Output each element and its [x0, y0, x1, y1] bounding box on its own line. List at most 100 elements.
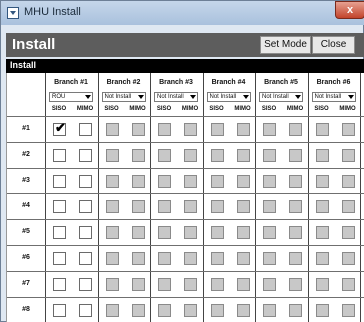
branch-type-value: Not Install: [104, 94, 132, 100]
checkbox-branch-4-mimo: [236, 303, 250, 317]
grid-divider: [7, 245, 364, 246]
checkbox-branch-1-siso[interactable]: [53, 303, 66, 317]
grid-divider: [7, 141, 364, 143]
checkbox-branch-2-mimo: [131, 200, 145, 214]
mimo-label: MIMO: [129, 106, 146, 112]
checkbox-branch-6-siso: [315, 123, 329, 136]
set-mode-button[interactable]: Set Mode: [260, 36, 311, 54]
branch-type-value: Not Install: [157, 94, 184, 100]
checkbox-branch-1-mimo[interactable]: [79, 123, 92, 136]
checkbox-branch-6-mimo: [341, 123, 355, 136]
siso-label: SISO: [209, 106, 224, 112]
window-title: MHU Install: [24, 6, 81, 18]
branch-name: Branch #4: [211, 79, 246, 86]
branch-type-select[interactable]: ROU: [49, 92, 93, 102]
branch-type-select[interactable]: Not Install: [311, 92, 356, 102]
branch-type-select[interactable]: Not Install: [154, 92, 198, 102]
row-label: #6: [22, 254, 30, 261]
checkbox-branch-2-siso: [105, 200, 119, 214]
checkbox-branch-5-mimo: [289, 303, 302, 317]
checkbox-branch-4-mimo: [236, 148, 250, 162]
checkbox-branch-1-siso[interactable]: ✔: [53, 120, 66, 136]
checkbox-branch-4-mimo: [236, 277, 250, 291]
checkbox-branch-1-mimo[interactable]: [79, 200, 92, 214]
row-label: #5: [22, 228, 30, 236]
checkbox-branch-1-siso[interactable]: [53, 174, 66, 188]
mhu-install-window: MHU Install x Install Set Mode Close Ins…: [0, 0, 364, 322]
mimo-label: MIMO: [181, 106, 199, 112]
mimo-label: MIMO: [286, 106, 304, 112]
siso-label: SISO: [261, 106, 277, 112]
chevron-down-icon: [190, 95, 196, 99]
checkbox-branch-2-mimo: [131, 123, 145, 136]
checkbox-branch-5-siso: [263, 252, 276, 265]
checkbox-branch-6-mimo: [341, 252, 355, 265]
grid-divider: [97, 73, 99, 322]
checkbox-branch-2-mimo: [131, 303, 145, 317]
checkbox-branch-1-mimo[interactable]: [79, 148, 92, 162]
checkbox-branch-6-siso: [315, 200, 329, 214]
checkbox-branch-3-siso: [158, 226, 171, 240]
checkbox-branch-5-mimo: [289, 200, 302, 214]
checkbox-branch-6-mimo: [341, 303, 355, 317]
chevron-down-icon: [347, 95, 354, 99]
checkbox-branch-2-mimo: [131, 226, 145, 240]
checkbox-branch-1-mimo[interactable]: [79, 174, 92, 188]
grid-divider: [360, 73, 361, 322]
checkbox-branch-6-siso: [315, 148, 329, 162]
mimo-label: MIMO: [76, 106, 94, 112]
checkbox-branch-1-siso[interactable]: [53, 252, 66, 265]
checkbox-branch-3-siso: [158, 303, 171, 317]
checkmark-icon: ✔: [55, 120, 66, 135]
branch-type-select[interactable]: Not Install: [206, 92, 251, 102]
grid-divider: [255, 73, 256, 322]
grid-divider: [7, 167, 364, 169]
grid-divider: [307, 73, 309, 322]
branch-name: Branch #1: [54, 79, 88, 86]
checkbox-branch-4-siso: [210, 277, 224, 291]
checkbox-branch-6-siso: [315, 303, 329, 317]
checkbox-branch-2-siso: [105, 226, 119, 240]
checkbox-branch-1-mimo[interactable]: [79, 226, 92, 240]
window-close-button[interactable]: x: [335, 1, 364, 19]
checkbox-branch-4-mimo: [236, 200, 250, 214]
checkbox-branch-4-siso: [210, 252, 224, 265]
row-label: #2: [22, 150, 30, 158]
branch-type-value: Not Install: [314, 94, 342, 100]
close-button[interactable]: Close: [312, 36, 355, 54]
grid-divider: [202, 73, 204, 322]
branch-type-select[interactable]: Not Install: [101, 92, 146, 102]
checkbox-branch-4-mimo: [236, 123, 250, 136]
chevron-down-icon: [295, 95, 301, 99]
checkbox-branch-5-siso: [263, 200, 276, 214]
branch-name: Branch #5: [264, 79, 298, 86]
checkbox-branch-5-mimo: [289, 277, 302, 291]
checkbox-branch-1-mimo[interactable]: [79, 252, 92, 265]
checkbox-branch-5-siso: [263, 123, 276, 136]
checkbox-branch-1-mimo[interactable]: [79, 277, 92, 291]
siso-label: SISO: [156, 106, 172, 112]
branch-type-value: ROU: [52, 94, 66, 100]
checkbox-branch-3-mimo: [184, 123, 197, 136]
branch-name: Branch #3: [159, 79, 193, 86]
checkbox-branch-3-mimo: [184, 303, 197, 317]
checkbox-branch-1-siso[interactable]: [53, 277, 66, 291]
checkbox-branch-1-siso[interactable]: [53, 200, 66, 214]
checkbox-branch-2-mimo: [131, 252, 145, 265]
checkbox-branch-1-siso[interactable]: [53, 226, 66, 240]
checkbox-branch-1-mimo[interactable]: [79, 303, 92, 317]
checkbox-branch-5-mimo: [289, 148, 302, 162]
checkbox-branch-1-siso[interactable]: [53, 148, 66, 162]
checkbox-branch-6-mimo: [341, 277, 355, 291]
title-bar[interactable]: MHU Install x: [1, 1, 364, 25]
checkbox-branch-3-siso: [158, 200, 171, 214]
checkbox-branch-4-siso: [210, 174, 224, 188]
grid-divider: [7, 116, 364, 117]
row-label: #7: [22, 279, 30, 287]
checkbox-branch-2-mimo: [131, 174, 145, 188]
checkbox-branch-4-mimo: [236, 226, 250, 240]
branch-type-select[interactable]: Not Install: [259, 92, 303, 102]
checkbox-branch-3-mimo: [184, 277, 197, 291]
checkbox-branch-6-mimo: [341, 226, 355, 240]
checkbox-branch-6-mimo: [341, 148, 355, 162]
